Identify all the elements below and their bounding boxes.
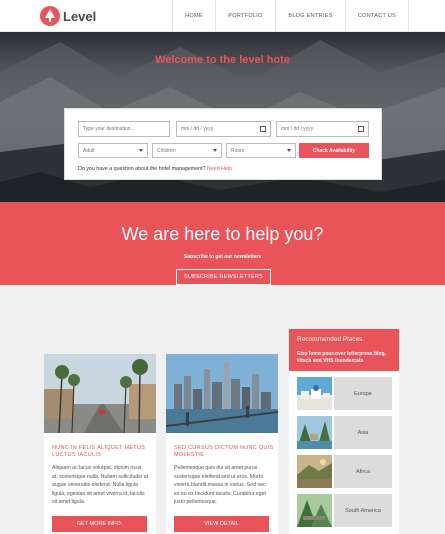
place-item-asia[interactable]: Asia <box>297 416 393 449</box>
chevron-down-icon <box>287 149 291 152</box>
newsletter-section: We are here to help you? Subscribe to ge… <box>0 202 445 285</box>
place-item-south-america[interactable]: South America <box>297 494 393 527</box>
navbar: Level HOME PORTFOLIO BLOG ENTRIES CONTAC… <box>0 0 445 32</box>
room-select-value: Room <box>231 147 245 154</box>
checkin-date-input[interactable]: mm / dd / yyyy <box>176 121 271 137</box>
recommended-title: Recommended Places <box>297 336 363 343</box>
card-text: Aliquam ac lacus volutpat, dictum risus … <box>52 465 149 505</box>
checkout-date-input[interactable]: mm / dd / yyyy <box>276 121 369 137</box>
recommended-subtitle: Etsy lomo pour-over letterpress blog, ki… <box>297 351 386 364</box>
card-text: Pellentesque quis dui sit amet purus sce… <box>174 465 266 505</box>
help-question: Do you have a question about the hotel m… <box>78 166 232 172</box>
place-name: South America <box>334 494 392 527</box>
children-select[interactable]: Children <box>152 143 222 158</box>
europe-thumbnail <box>297 377 332 410</box>
calendar-icon[interactable] <box>358 126 364 132</box>
place-name: Africa <box>334 455 392 488</box>
brand-name: Level <box>63 8 97 24</box>
nav-blog-entries[interactable]: BLOG ENTRIES <box>275 0 345 32</box>
adult-select-value: Adult <box>83 147 95 154</box>
blog-card: SED CURSUS DICTUM NUNC QUIS MOLESTIE Pel… <box>166 354 278 534</box>
need-help-link[interactable]: Need Help <box>207 166 232 172</box>
card-title[interactable]: NUNC IN FELIS ALIQUET METUS LUCTUS IACUL… <box>52 445 152 459</box>
chevron-down-icon <box>139 149 143 152</box>
help-subtitle: Subscribe to get our newsletters <box>183 254 262 260</box>
city-skyline-image <box>166 354 278 433</box>
chevron-down-icon <box>213 149 217 152</box>
place-item-africa[interactable]: Africa <box>297 455 393 488</box>
view-detail-button[interactable]: VIEW DETAIL <box>174 516 269 532</box>
south-america-thumbnail <box>297 494 332 527</box>
children-select-value: Children <box>157 147 176 154</box>
checkout-date-value: mm / dd / yyyy <box>281 126 314 132</box>
help-question-text: Do you have a question about the hotel m… <box>78 166 206 172</box>
recommended-header: Recommended Places Etsy lomo pour-over l… <box>289 329 399 371</box>
recommended-places-panel: Recommended Places Etsy lomo pour-over l… <box>289 329 399 534</box>
nav-home[interactable]: HOME <box>172 0 215 32</box>
checkin-date-value: mm / dd / yyyy <box>181 126 214 132</box>
place-name: Europe <box>334 377 392 410</box>
africa-thumbnail <box>297 455 332 488</box>
card-title[interactable]: SED CURSUS DICTUM NUNC QUIS MOLESTIE <box>174 445 274 459</box>
nav-portfolio[interactable]: PORTFOLIO <box>215 0 275 32</box>
calendar-icon[interactable] <box>260 126 266 132</box>
place-item-europe[interactable]: Europe <box>297 377 393 410</box>
check-availability-button[interactable]: Check Availability <box>299 143 369 158</box>
content-section: NUNC IN FELIS ALIQUET METUS LUCTUS IACUL… <box>0 285 445 534</box>
destination-input[interactable]: Type your destination... <box>78 121 170 137</box>
adult-select[interactable]: Adult <box>78 143 148 158</box>
hero-title: Welcome to the level hote <box>155 54 290 66</box>
place-name: Asia <box>334 416 392 449</box>
room-select[interactable]: Room <box>226 143 296 158</box>
tree-icon <box>40 6 60 26</box>
brand-logo[interactable]: Level <box>40 6 96 26</box>
street-palm-trees-image <box>44 354 156 433</box>
hero-section: Welcome to the level hote Type your dest… <box>0 32 445 202</box>
get-more-info-button[interactable]: GET MORE INFO. <box>52 516 147 532</box>
nav-contact-us[interactable]: CONTACT US <box>345 0 409 32</box>
subscribe-newsletters-button[interactable]: SUBSCRIBE NEWSLETTERS <box>176 269 271 285</box>
blog-card: NUNC IN FELIS ALIQUET METUS LUCTUS IACUL… <box>44 354 156 534</box>
booking-form: Type your destination... mm / dd / yyyy … <box>64 108 382 180</box>
asia-thumbnail <box>297 416 332 449</box>
help-title: We are here to help you? <box>121 224 324 244</box>
